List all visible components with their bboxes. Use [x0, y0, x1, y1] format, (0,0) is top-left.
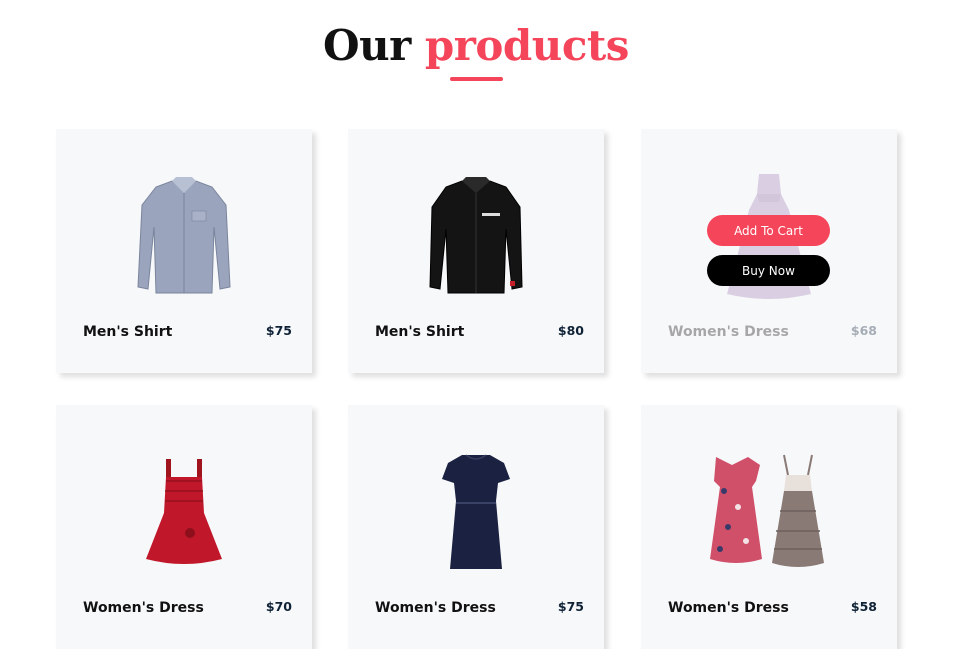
product-card[interactable]: Men's Shirt $80 — [348, 129, 604, 373]
heading-prefix: Our — [323, 21, 411, 70]
product-card[interactable]: Women's Dress $68 Add To Cart Buy Now — [641, 129, 897, 373]
product-price: $75 — [265, 323, 292, 338]
product-price: $70 — [265, 599, 292, 614]
product-card[interactable]: Women's Dress $58 — [641, 405, 897, 649]
product-image — [124, 167, 244, 307]
product-name[interactable]: Women's Dress — [668, 600, 789, 616]
add-to-cart-button[interactable]: Add To Cart — [707, 215, 830, 246]
product-image — [699, 443, 839, 583]
section-heading: Our products — [0, 20, 952, 72]
product-card[interactable]: Women's Dress $75 — [348, 405, 604, 649]
product-name[interactable]: Women's Dress — [668, 324, 789, 340]
product-image — [416, 443, 536, 583]
product-name[interactable]: Women's Dress — [83, 600, 204, 616]
product-price: $80 — [557, 323, 584, 338]
product-image — [416, 167, 536, 307]
product-name[interactable]: Women's Dress — [375, 600, 496, 616]
product-card[interactable]: Men's Shirt $75 — [56, 129, 312, 373]
product-card[interactable]: Women's Dress $70 — [56, 405, 312, 649]
product-price: $58 — [850, 599, 877, 614]
buy-now-button[interactable]: Buy Now — [707, 255, 830, 286]
heading-underline — [450, 77, 503, 81]
product-price: $68 — [850, 323, 877, 338]
product-name[interactable]: Men's Shirt — [375, 324, 464, 340]
product-price: $75 — [557, 599, 584, 614]
heading-accent: products — [424, 21, 630, 70]
product-image — [124, 443, 244, 583]
product-name[interactable]: Men's Shirt — [83, 324, 172, 340]
